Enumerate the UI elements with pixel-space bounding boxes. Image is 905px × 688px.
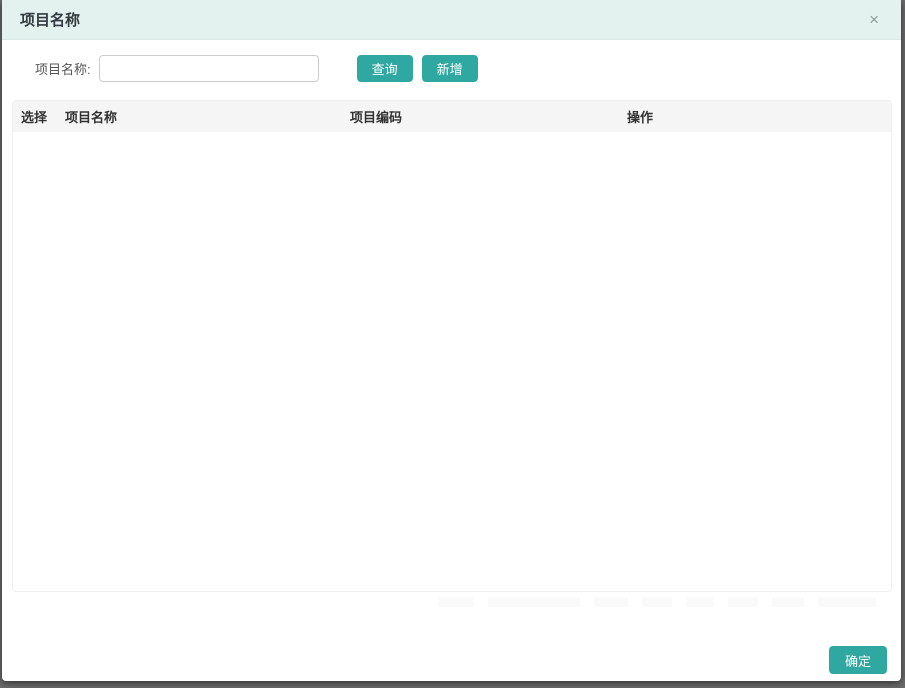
pagination-item	[728, 597, 758, 607]
table-body-empty	[13, 132, 891, 592]
confirm-button[interactable]: 确定	[829, 646, 887, 674]
query-button[interactable]: 查询	[357, 55, 413, 82]
column-header-operation: 操作	[627, 107, 891, 126]
results-table: 选择 项目名称 项目编码 操作	[12, 100, 892, 592]
toolbar-buttons: 查询 新增	[357, 55, 478, 82]
project-name-label: 项目名称:	[35, 59, 91, 78]
column-header-project-code: 项目编码	[350, 107, 627, 126]
dialog-title-bar: 项目名称 ×	[2, 0, 901, 40]
search-toolbar: 项目名称: 查询 新增	[2, 40, 901, 96]
pagination-item	[772, 597, 804, 607]
column-header-project-name: 项目名称	[65, 107, 350, 126]
pagination-item	[594, 597, 628, 607]
add-button[interactable]: 新增	[422, 55, 478, 82]
pagination-item	[438, 597, 474, 607]
pagination-item	[818, 597, 876, 607]
pagination-item	[642, 597, 672, 607]
pagination-item	[488, 597, 580, 607]
column-header-select: 选择	[21, 107, 65, 126]
table-header-row: 选择 项目名称 项目编码 操作	[13, 101, 891, 132]
pagination-bar	[2, 595, 876, 609]
project-name-dialog: 项目名称 × 项目名称: 查询 新增 选择 项目名称 项目编码 操作 确定	[2, 0, 901, 681]
close-icon[interactable]: ×	[865, 9, 883, 30]
project-name-input[interactable]	[99, 55, 319, 82]
pagination-item	[686, 597, 714, 607]
dialog-title: 项目名称	[20, 9, 80, 30]
